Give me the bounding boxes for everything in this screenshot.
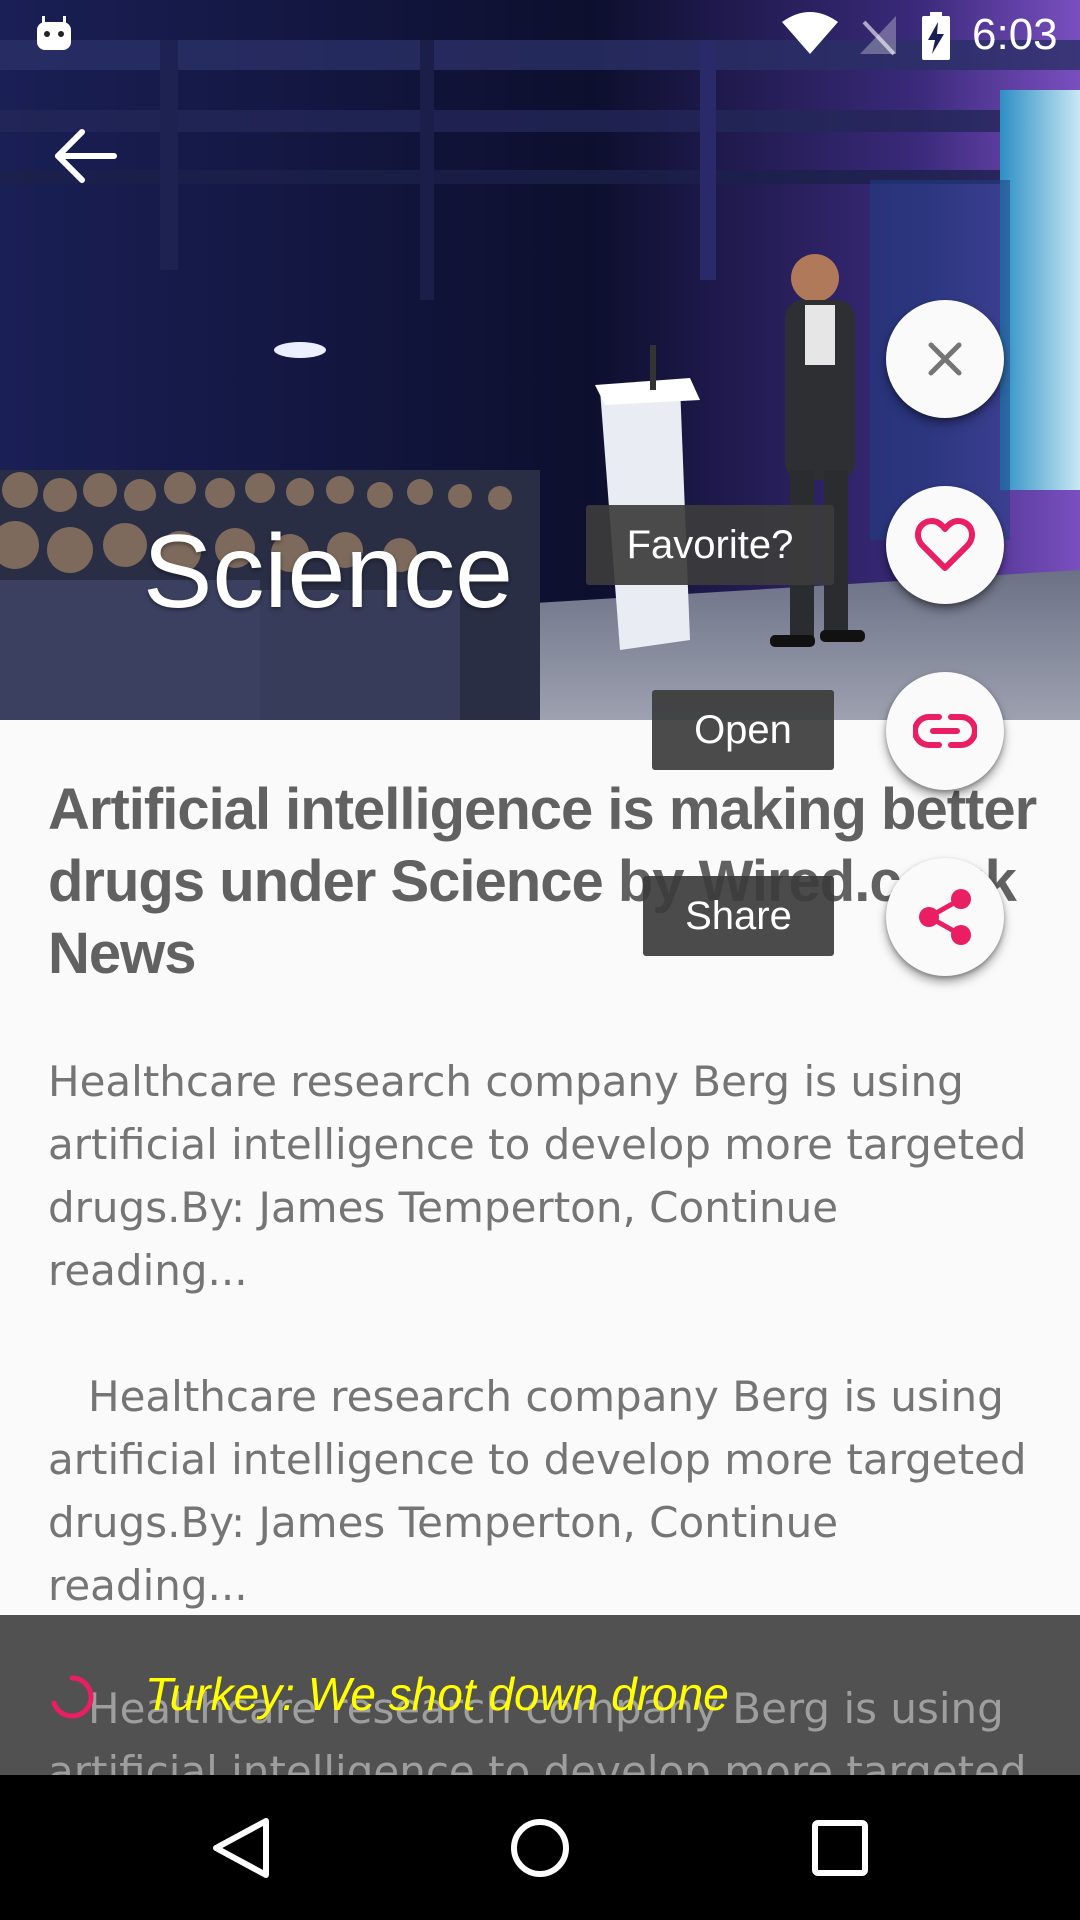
open-link-button[interactable] (886, 672, 1004, 790)
close-icon (928, 342, 962, 376)
ticker-headline[interactable]: Turkey: We shot down drone (145, 1667, 729, 1721)
nav-recents-icon[interactable] (805, 1813, 875, 1883)
article-title: Artificial intelligence is making better… (48, 777, 1037, 986)
favorite-button[interactable] (886, 486, 1004, 604)
android-notification-icon (37, 16, 71, 50)
link-icon (913, 714, 977, 748)
share-label[interactable]: Share (643, 876, 834, 956)
battery-charging-icon (922, 12, 950, 60)
share-button[interactable] (886, 858, 1004, 976)
navigation-bar (0, 1775, 1080, 1920)
signal-icon (860, 16, 896, 56)
category-title: Science (143, 514, 513, 630)
loading-spinner-icon (51, 1675, 94, 1719)
nav-back-icon[interactable] (206, 1813, 276, 1883)
status-time: 6:03 (972, 10, 1058, 59)
close-menu-button[interactable] (886, 300, 1004, 418)
back-arrow-icon[interactable] (52, 126, 120, 186)
article-body: Healthcare research company Berg is usin… (48, 1050, 1048, 1680)
wifi-icon (782, 12, 838, 54)
status-bar: 6:03 (0, 0, 1080, 72)
nav-home-icon[interactable] (505, 1813, 575, 1883)
article-paragraph: Healthcare research company Berg is usin… (48, 1372, 1027, 1610)
heart-outline-icon (915, 518, 975, 571)
share-icon (919, 889, 971, 945)
open-label[interactable]: Open (652, 690, 834, 770)
article-paragraph: Healthcare research company Berg is usin… (48, 1057, 1027, 1295)
news-ticker[interactable]: Healthcare research company Berg is usin… (0, 1615, 1080, 1775)
favorite-label[interactable]: Favorite? (586, 505, 834, 585)
